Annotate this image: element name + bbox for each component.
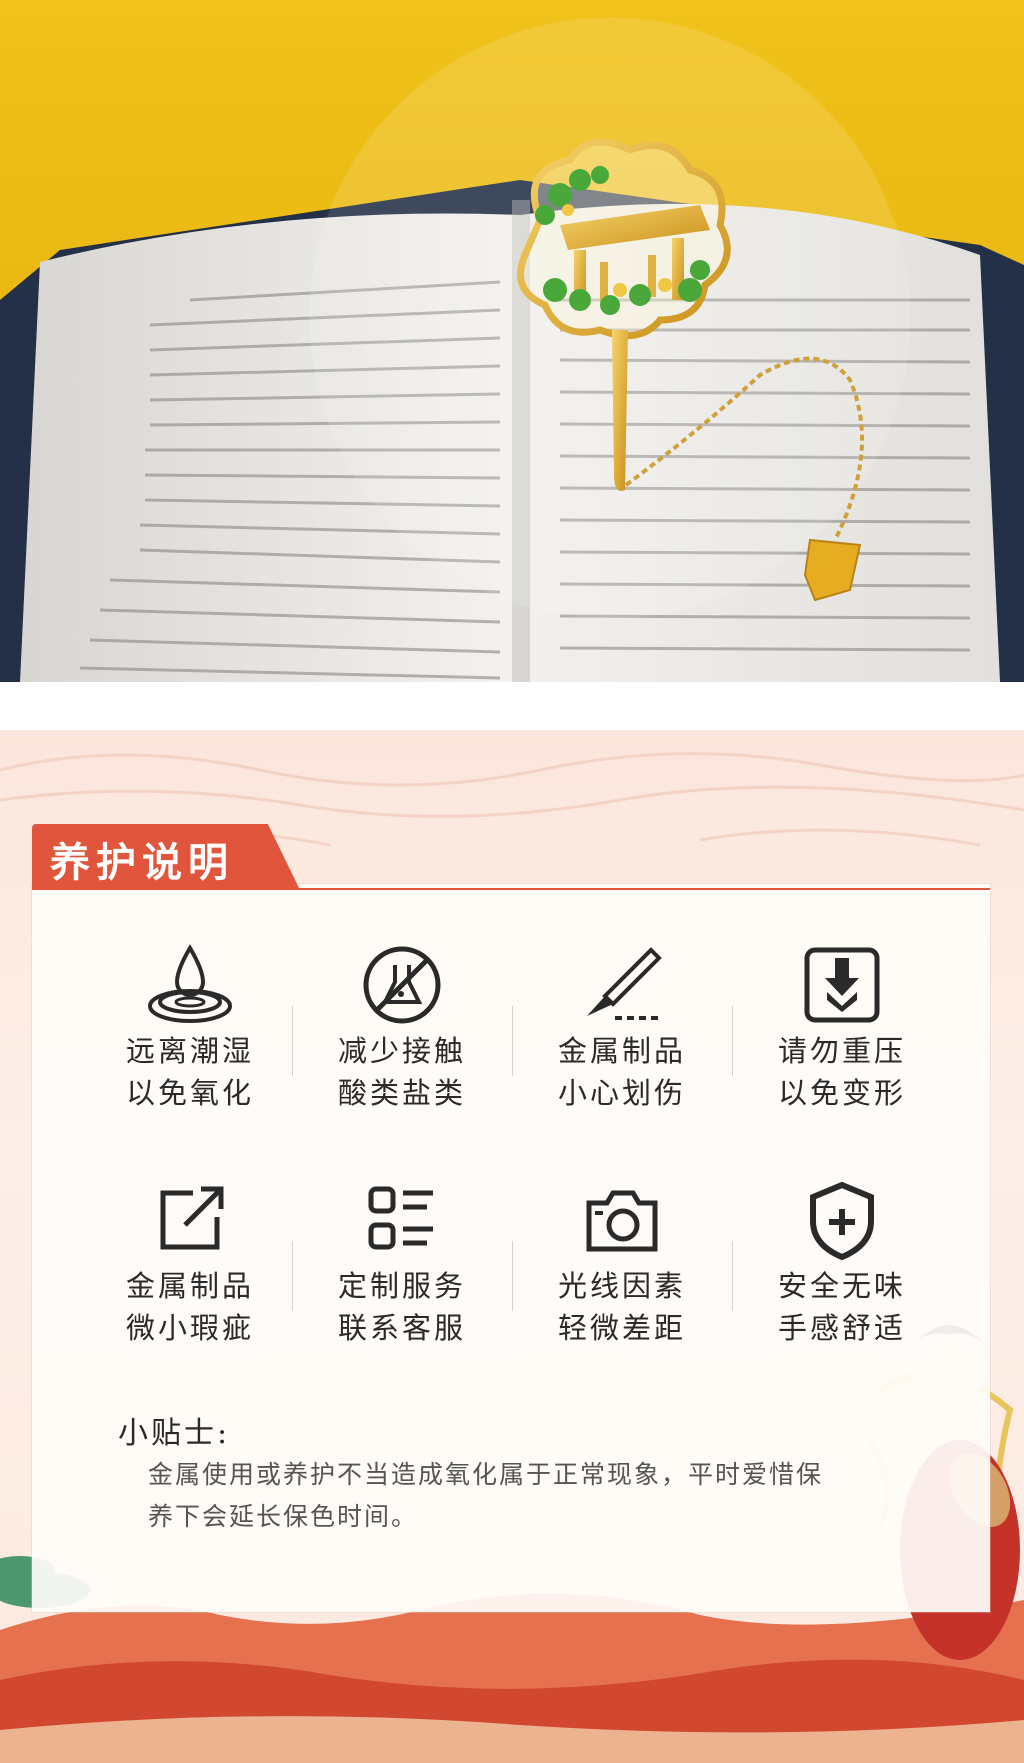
water-drop-icon — [148, 944, 232, 1023]
care-item-line2: 以免氧化 — [125, 1076, 254, 1110]
care-item-chemicals: 减少接触 酸类盐类 — [292, 940, 512, 1114]
care-item-moisture: 远离潮湿 以免氧化 — [80, 940, 300, 1114]
product-photo — [0, 0, 1024, 682]
care-item-line1: 请勿重压 — [777, 1034, 906, 1068]
scalpel-icon — [587, 947, 662, 1020]
care-item-line2: 手感舒适 — [777, 1311, 906, 1345]
care-item-flaws: 金属制品 微小瑕疵 — [80, 1175, 300, 1349]
care-item-line2: 微小瑕疵 — [125, 1311, 254, 1345]
care-item-safety: 安全无味 手感舒适 — [732, 1175, 952, 1349]
care-item-custom: 定制服务 联系客服 — [292, 1175, 512, 1349]
care-item-line1: 减少接触 — [337, 1034, 466, 1068]
care-item-line2: 小心划伤 — [557, 1076, 686, 1110]
title-underline — [296, 888, 990, 890]
care-item-line1: 安全无味 — [777, 1269, 906, 1303]
care-item-pressure: 请勿重压 以免变形 — [732, 940, 952, 1114]
tips-body: 金属使用或养护不当造成氧化属于正常现象，平时爱惜保养下会延长保色时间。 — [148, 1460, 824, 1531]
care-item-line1: 金属制品 — [125, 1269, 254, 1303]
care-item-line1: 光线因素 — [557, 1269, 686, 1303]
care-item-scratch: 金属制品 小心划伤 — [512, 940, 732, 1114]
shield-plus-icon — [810, 1181, 874, 1261]
section-title: 养护说明 — [50, 839, 234, 886]
camera-icon — [586, 1190, 658, 1252]
care-item-line1: 远离潮湿 — [125, 1034, 254, 1068]
care-item-line2: 酸类盐类 — [337, 1076, 466, 1110]
bookmark-on-book-illustration — [0, 17, 1024, 682]
care-item-lighting: 光线因素 轻微差距 — [512, 1175, 732, 1349]
no-chemicals-icon — [363, 946, 441, 1024]
care-item-line2: 轻微差距 — [557, 1311, 686, 1345]
tips-title: 小贴士: — [118, 1416, 231, 1451]
external-link-icon — [160, 1186, 224, 1250]
no-press-icon — [804, 947, 880, 1023]
care-item-line2: 以免变形 — [777, 1076, 906, 1110]
care-item-line1: 金属制品 — [557, 1034, 686, 1068]
list-icon — [368, 1186, 433, 1250]
care-item-line1: 定制服务 — [337, 1269, 466, 1303]
care-instructions-panel: 养护说明 远离潮湿 以免氧化 减少接触 酸类盐类 金属制品 小心划伤 请勿重压 … — [0, 730, 1024, 1763]
care-item-line2: 联系客服 — [337, 1311, 466, 1345]
